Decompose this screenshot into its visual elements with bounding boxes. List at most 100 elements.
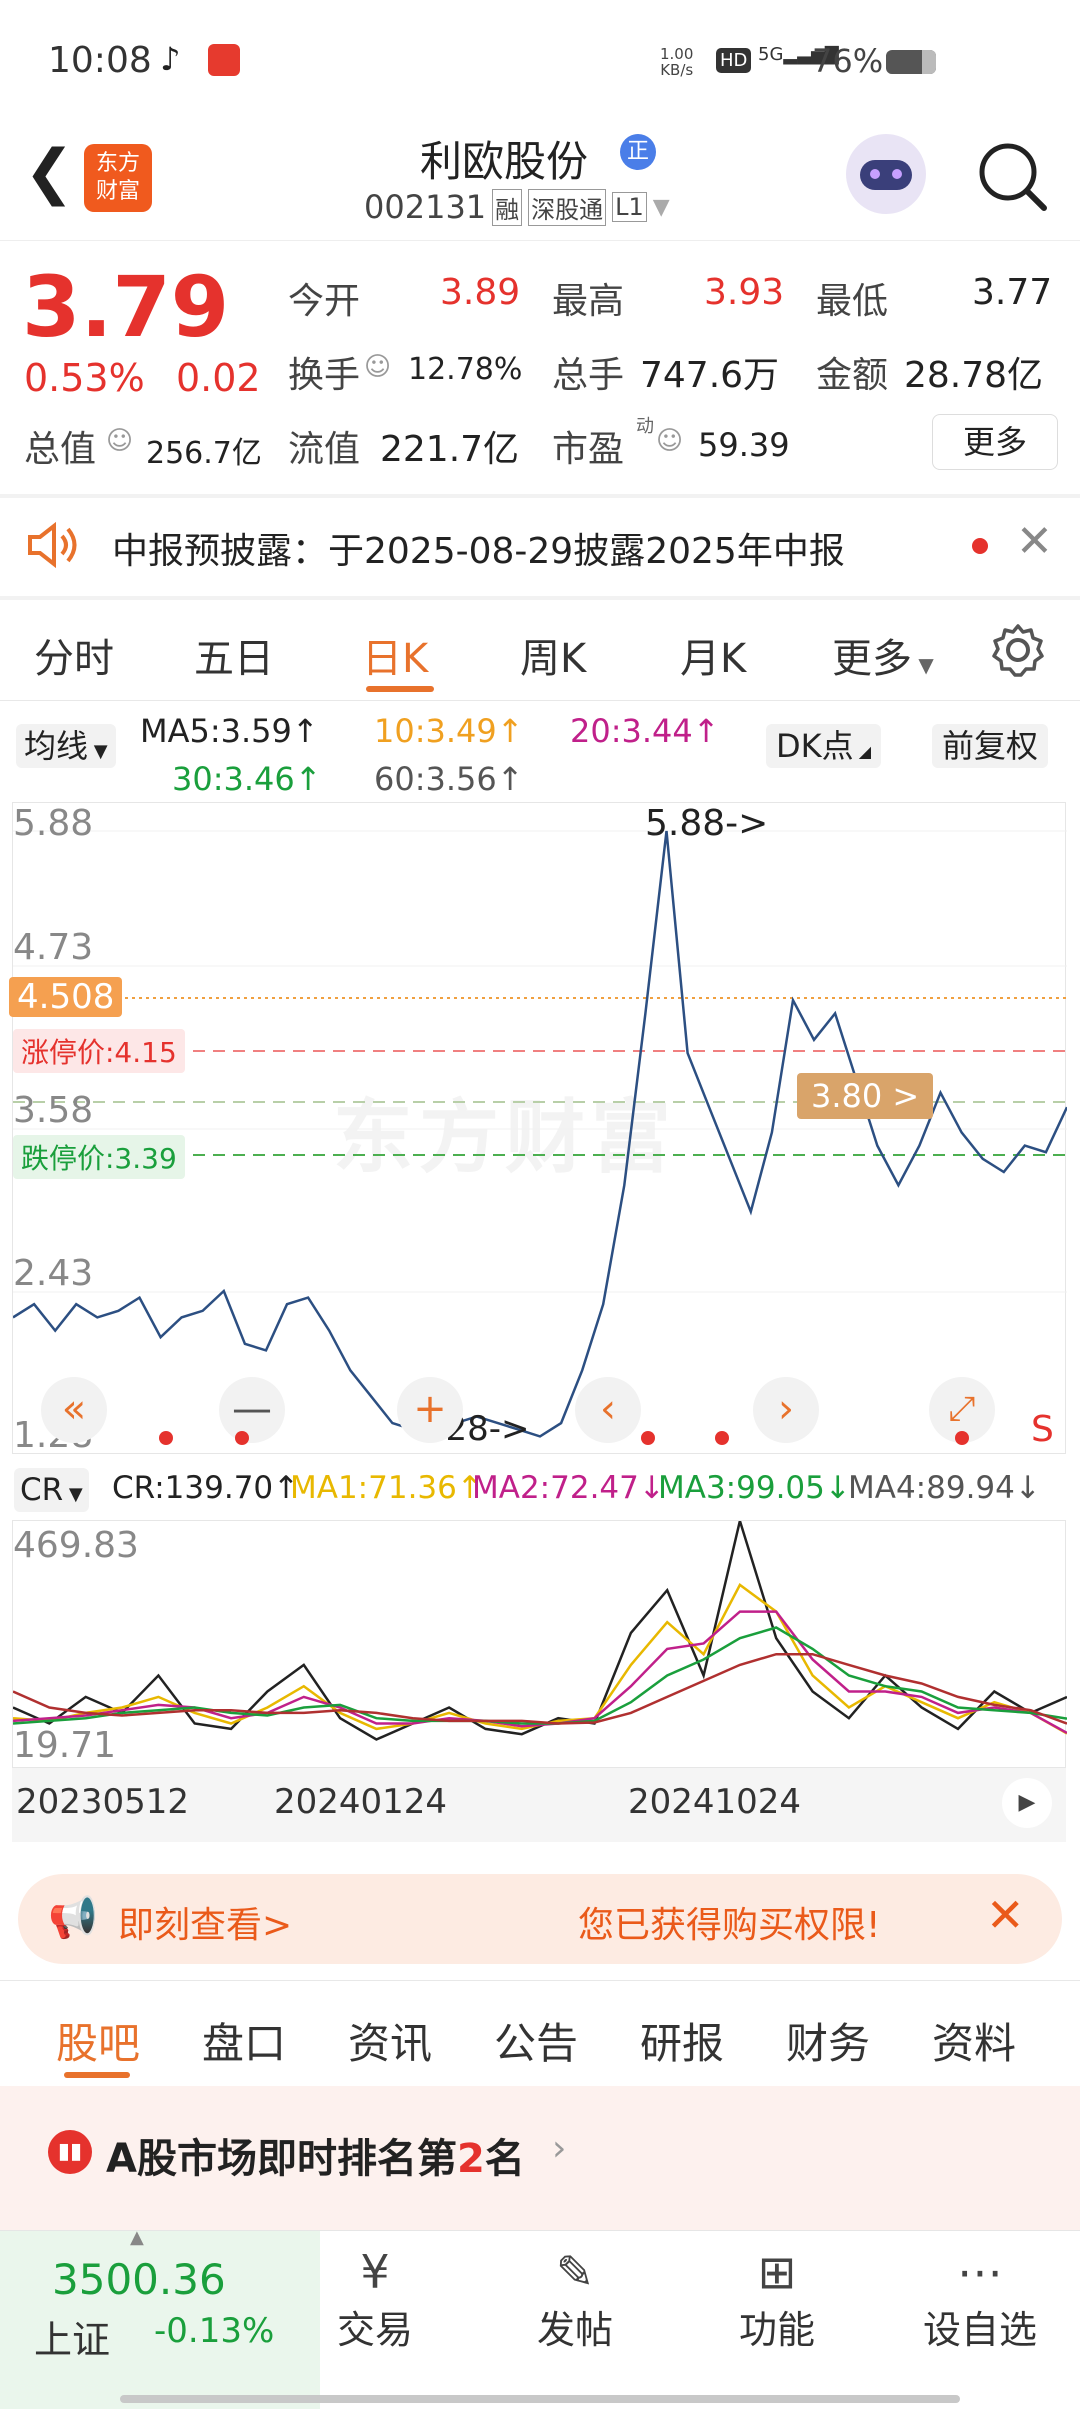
- indicator-selector[interactable]: CR ▼: [14, 1468, 89, 1512]
- cr-line-ma2: [13, 1610, 1067, 1734]
- active-tab-indicator: [366, 686, 434, 692]
- cr-ma2: MA2:72.47↓: [472, 1470, 665, 1506]
- tab-pankou[interactable]: 盘口: [202, 2010, 286, 2071]
- promo-banner[interactable]: 📢 即刻查看> 您已获得购买权限! ✕: [18, 1874, 1062, 1964]
- tiktok-icon: ♪: [160, 40, 181, 78]
- dropdown-icon: ▼: [652, 194, 670, 220]
- tab-daily-k[interactable]: 日K: [362, 626, 428, 684]
- step-forward-button[interactable]: ›: [753, 1377, 819, 1443]
- ma-legend: 均线 ▼ MA5:3.59↑ 10:3.49↑ 20:3.44↑ 30:3.46…: [0, 702, 1080, 800]
- max-marker: 5.88->: [645, 803, 769, 844]
- dk-point-selector[interactable]: DK点 ◢: [766, 724, 882, 768]
- edit-icon: ✎: [555, 2245, 595, 2299]
- step-back-button[interactable]: ‹: [575, 1377, 641, 1443]
- info-icon[interactable]: ☺: [106, 426, 133, 456]
- index-ticker[interactable]: ▲ 3500.36 上证 -0.13%: [0, 2227, 320, 2409]
- gear-icon[interactable]: [990, 622, 1046, 678]
- info-tabs: 股吧 盘口 资讯 公告 研报 财务 资料: [0, 1980, 1080, 2086]
- nav-watchlist[interactable]: ⋯ 设自选: [918, 2245, 1042, 2354]
- stock-code-row[interactable]: 002131 融 深股通 L1 ▼: [364, 188, 670, 226]
- zoom-in-button[interactable]: +: [397, 1377, 463, 1443]
- more-button[interactable]: 更多: [932, 414, 1058, 470]
- tab-five-day[interactable]: 五日: [194, 626, 274, 684]
- close-icon[interactable]: ✕: [1016, 516, 1053, 567]
- expand-up-icon[interactable]: ▲: [130, 2227, 144, 2248]
- ma5-value: MA5:3.59↑: [140, 712, 319, 750]
- rank-card[interactable]: ▮▮ A股市场即时排名第2名 ›: [0, 2086, 1080, 2236]
- adjust-selector[interactable]: 前复权: [932, 724, 1049, 768]
- close-icon[interactable]: ✕: [986, 1888, 1025, 1942]
- signal-dot: [159, 1431, 173, 1445]
- x-axis: 20230512 20240124 20241024 ▶: [12, 1768, 1066, 1842]
- change-abs: 0.02: [176, 356, 261, 400]
- stock-code: 002131: [364, 188, 487, 226]
- status-bar: 10:08 ♪ 1.00 KB/s HD 5G▂▃▅▇ 76%: [0, 0, 1080, 120]
- sell-signal: S: [1031, 1409, 1054, 1450]
- x-label: 20230512: [16, 1782, 190, 1822]
- search-icon[interactable]: [976, 140, 1050, 214]
- notice-text: 中报预披露：于2025-08-29披露2025年中报: [112, 531, 845, 572]
- amount-value: 28.78亿: [904, 355, 1044, 396]
- megaphone-icon: 📢: [48, 1895, 98, 1941]
- y-label-top: 5.88: [13, 803, 94, 844]
- price-line-svg: [13, 830, 1067, 1438]
- kline-chart[interactable]: 东方财富 5.88 4.73 3.58 2.43 1.28 4.508 涨停价:…: [9, 802, 1067, 1456]
- turnover-label: 换手: [288, 355, 361, 396]
- eastmoney-logo[interactable]: 东方 财富: [84, 144, 152, 212]
- scroll-right-icon[interactable]: ▶: [1002, 1778, 1052, 1828]
- nav-trade[interactable]: ¥ 交易: [330, 2245, 420, 2354]
- low-value: 3.77: [972, 272, 1053, 313]
- tab-research[interactable]: 研报: [640, 2010, 724, 2071]
- fast-backward-button[interactable]: «: [41, 1377, 107, 1443]
- zoom-out-button[interactable]: —: [219, 1377, 285, 1443]
- nav-post[interactable]: ✎ 发帖: [530, 2245, 620, 2354]
- notice-bar[interactable]: 中报预披露：于2025-08-29披露2025年中报 ✕: [0, 498, 1080, 594]
- tab-news[interactable]: 资讯: [348, 2010, 432, 2071]
- mktcap-value: 256.7亿: [146, 436, 262, 471]
- unread-dot: [972, 538, 988, 554]
- verified-badge: 正: [620, 134, 656, 170]
- info-icon[interactable]: ☺: [364, 352, 391, 382]
- turnover-value: 12.78%: [408, 352, 523, 387]
- low-label: 最低: [816, 281, 889, 322]
- float-value: 221.7亿: [380, 429, 520, 470]
- back-icon[interactable]: ❮: [24, 142, 74, 202]
- nav-function[interactable]: ⊞ 功能: [732, 2245, 822, 2354]
- index-name: 上证: [34, 2318, 111, 2362]
- pe-label: 市盈: [552, 429, 625, 470]
- bottom-nav: ▲ 3500.36 上证 -0.13% ¥ 交易 ✎ 发帖 ⊞ 功能 ⋯ 设自选: [0, 2227, 1080, 2409]
- volume-value: 747.6万: [640, 355, 780, 396]
- tab-guba[interactable]: 股吧: [56, 2010, 140, 2071]
- tab-announcement[interactable]: 公告: [494, 2010, 578, 2071]
- info-icon[interactable]: ☺: [656, 426, 683, 456]
- cr-chart[interactable]: 469.83 19.71: [12, 1520, 1067, 1768]
- connect-tag: 深股通: [528, 188, 607, 226]
- status-time: 10:08: [48, 40, 152, 81]
- cursor-price-tag[interactable]: 3.80 >: [797, 1073, 934, 1119]
- tab-intraday[interactable]: 分时: [34, 626, 114, 684]
- quote-panel: 3.79 0.53% 0.02 今开 3.89 最高 3.93 最低 3.77 …: [0, 242, 1080, 492]
- volume-label: 总手: [552, 355, 625, 396]
- open-label: 今开: [288, 281, 361, 322]
- pe-value: 59.39: [698, 426, 790, 464]
- stock-header: ❮ 东方 财富 利欧股份 正 002131 融 深股通 L1 ▼: [0, 120, 1080, 241]
- pe-dynamic-mark: 动: [636, 416, 654, 437]
- cr-ma3: MA3:99.05↓: [658, 1470, 851, 1506]
- tab-monthly-k[interactable]: 月K: [680, 626, 746, 684]
- net-speed: 1.00 KB/s: [660, 45, 694, 79]
- tab-finance[interactable]: 财务: [786, 2010, 870, 2071]
- robot-assistant-icon[interactable]: [846, 134, 926, 214]
- cr-value: CR:139.70↑: [112, 1470, 300, 1506]
- signal-dot: [641, 1431, 655, 1445]
- stock-name: 利欧股份: [420, 137, 589, 186]
- cr-y-top: 469.83: [13, 1525, 139, 1566]
- promo-left-text[interactable]: 即刻查看>: [118, 1896, 292, 1948]
- grid-icon: ⊞: [757, 2245, 797, 2299]
- tab-profile[interactable]: 资料: [932, 2010, 1016, 2071]
- limit-down-label: 跌停价:3.39: [13, 1135, 185, 1179]
- change-pct: 0.53%: [24, 356, 145, 400]
- tab-more[interactable]: 更多 ▼: [832, 626, 934, 684]
- tab-weekly-k[interactable]: 周K: [520, 626, 586, 684]
- index-value: 3500.36: [52, 2255, 226, 2304]
- ma-selector[interactable]: 均线 ▼: [16, 724, 116, 768]
